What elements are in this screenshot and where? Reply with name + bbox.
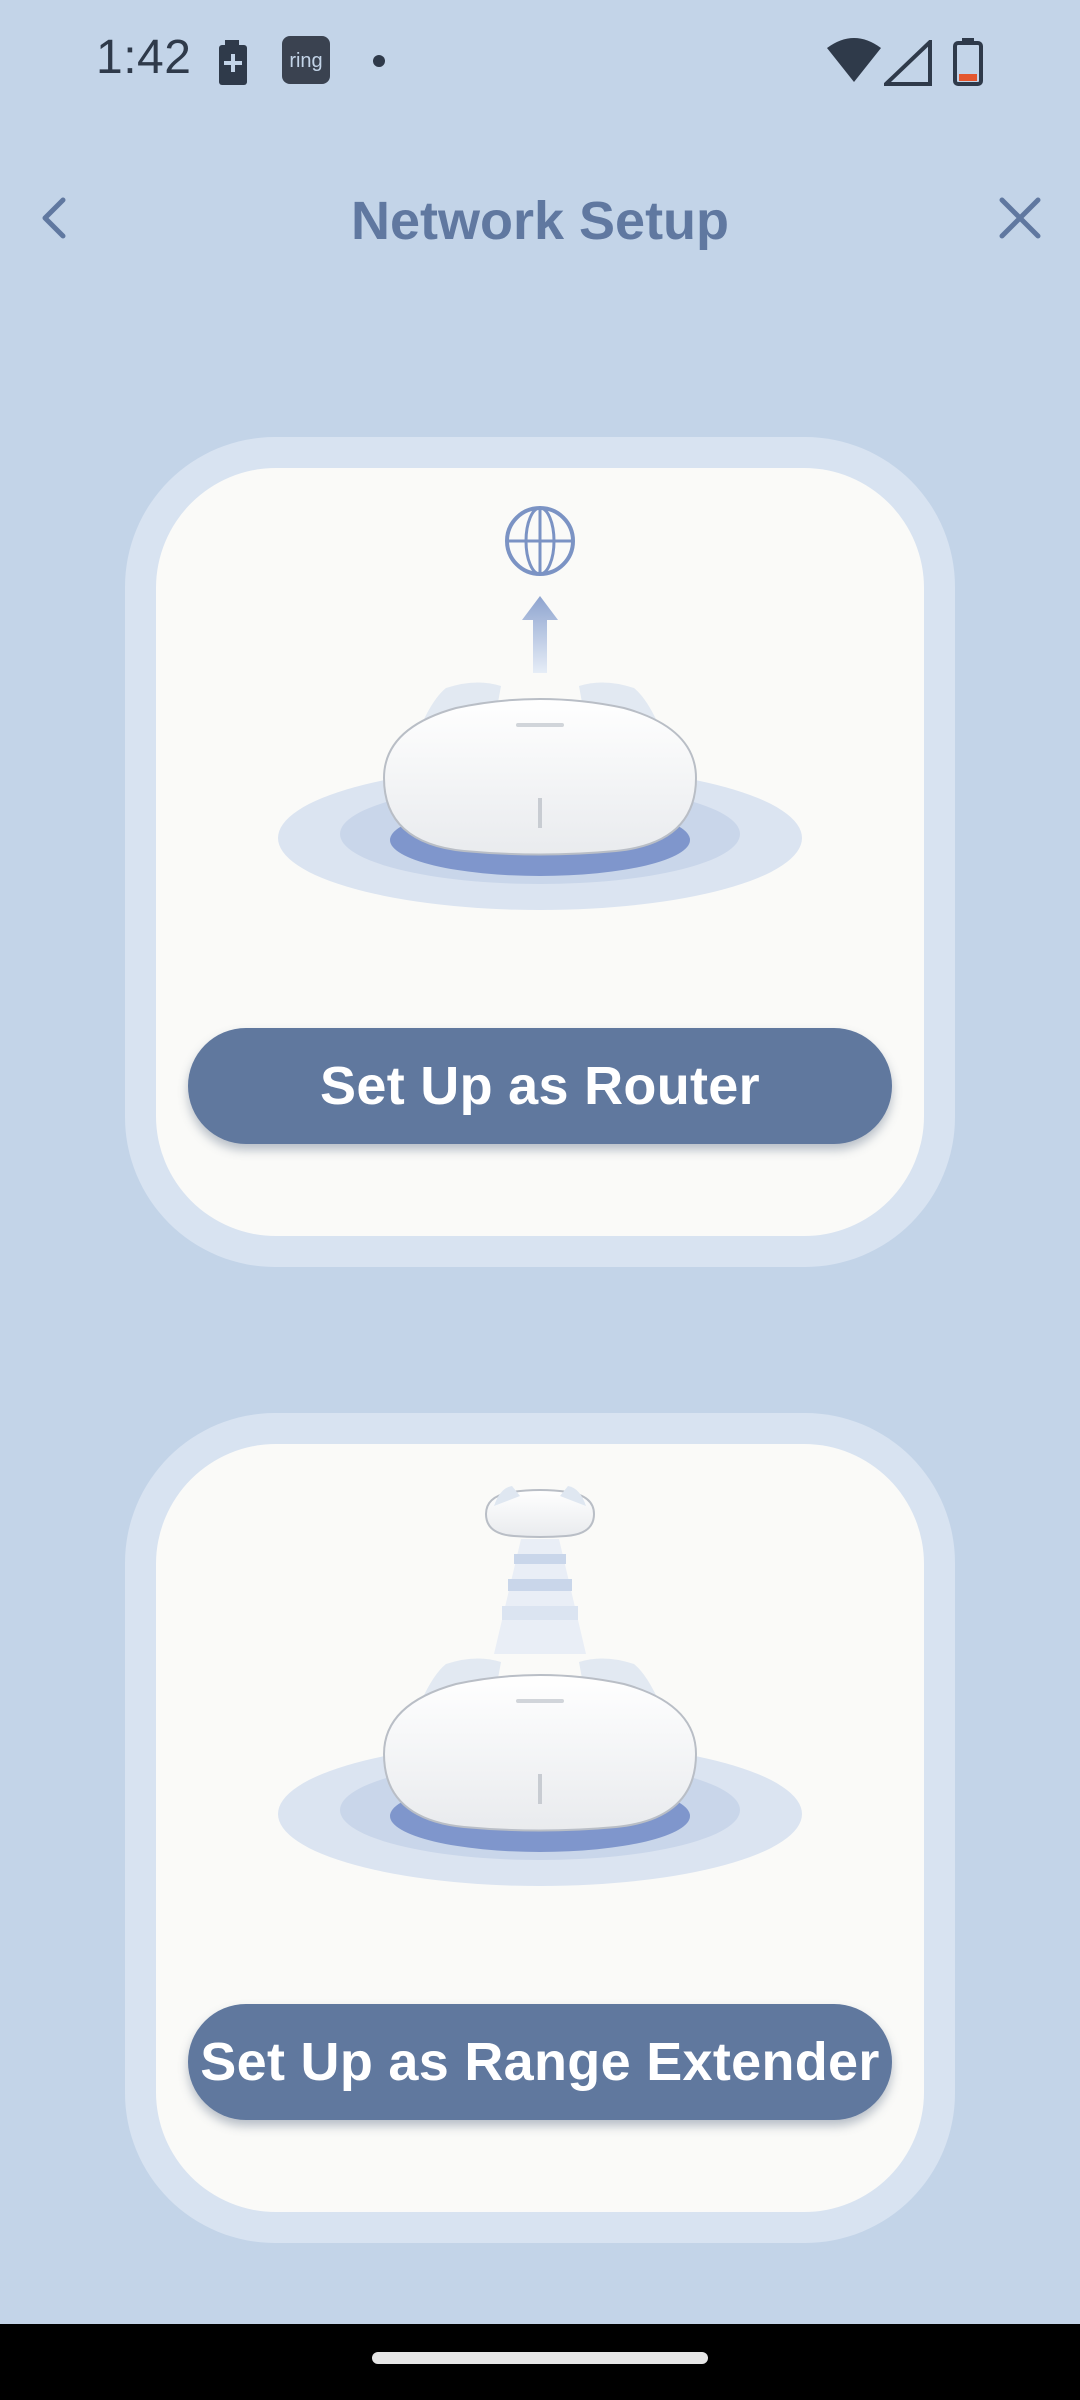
range-extender-option-card: Set Up as Range Extender [125,1413,955,2243]
setup-range-extender-button[interactable]: Set Up as Range Extender [188,2004,892,2120]
status-bar: 1:42 ring [0,0,1080,125]
ring-app-icon: ring [282,36,330,89]
wifi-icon [826,38,882,89]
ring-app-label: ring [289,50,322,72]
page-title: Network Setup [350,191,730,251]
dot-icon [372,54,386,73]
cellular-signal-icon [881,37,932,91]
app-header: Network Setup [0,160,1080,290]
battery-low-icon [952,38,984,91]
close-icon [998,196,1042,245]
router-with-globe-illustration [278,506,802,910]
router-option-card-inner: Set Up as Router [156,468,924,1236]
status-time: 1:42 [96,31,192,84]
up-arrow-icon [522,596,558,673]
router-option-card: Set Up as Router [125,437,955,1267]
system-nav-bar [0,2324,1080,2400]
globe-icon [505,506,575,576]
battery-saver-icon [216,40,250,91]
range-extender-illustration [278,1486,802,1886]
range-extender-option-card-inner: Set Up as Range Extender [156,1444,924,2212]
close-button[interactable] [988,188,1052,252]
setup-router-button[interactable]: Set Up as Router [188,1028,892,1144]
home-gesture-handle[interactable] [372,2352,708,2364]
